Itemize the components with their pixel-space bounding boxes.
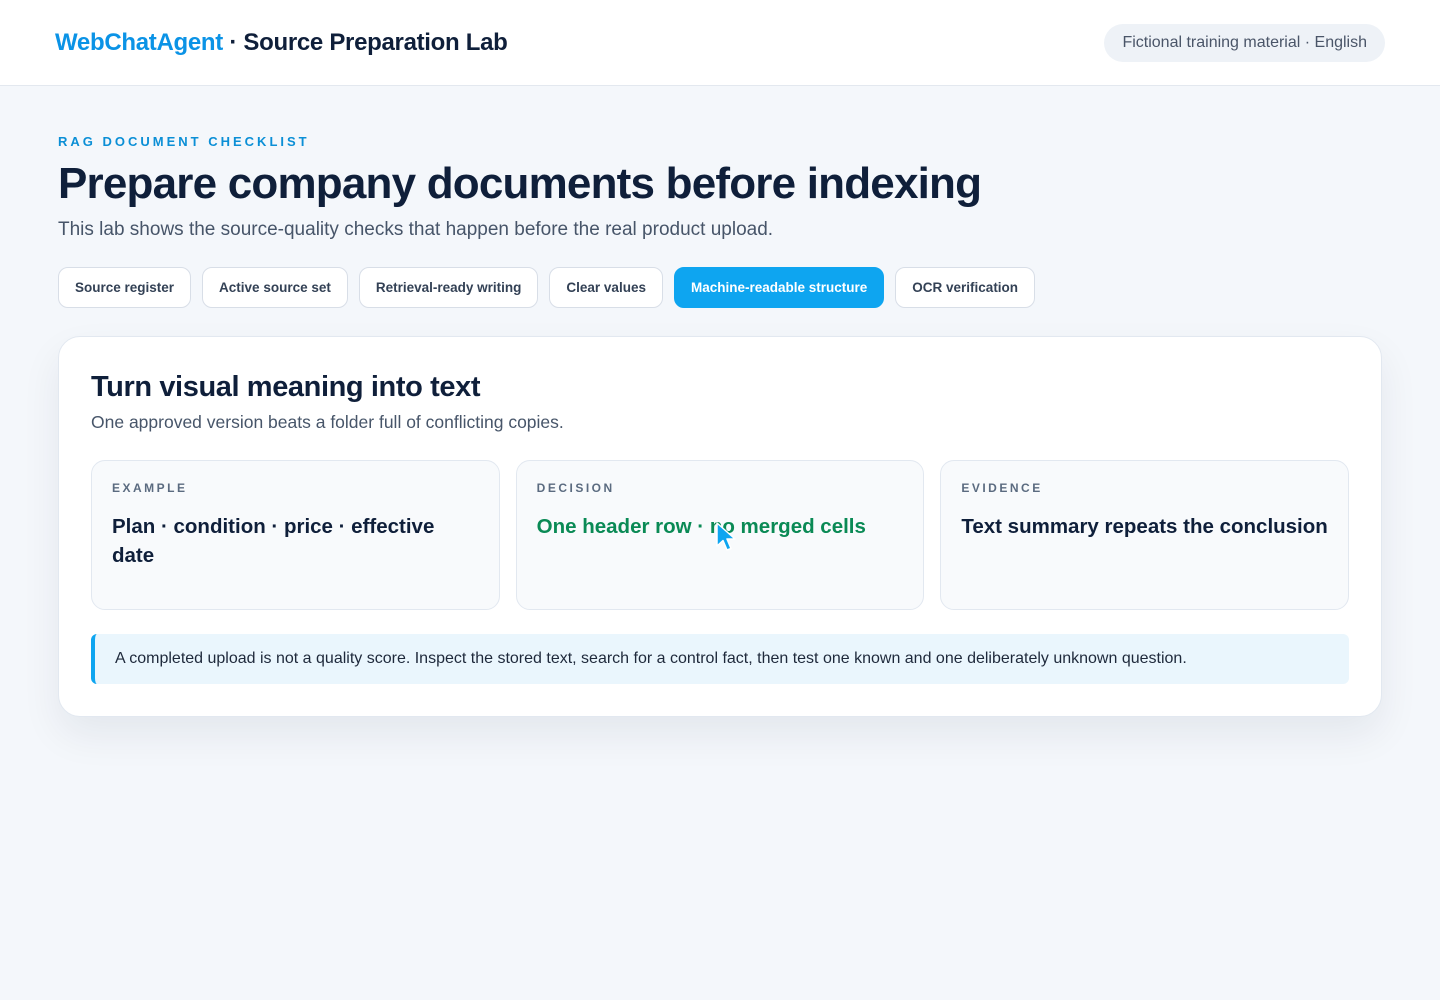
tab-machine-readable-structure[interactable]: Machine-readable structure — [673, 267, 885, 308]
top-bar: WebChatAgent · Source Preparation Lab Fi… — [0, 0, 1440, 86]
brand-name[interactable]: WebChatAgent — [55, 29, 223, 56]
example-label: EXAMPLE — [112, 481, 188, 495]
evidence-label: EVIDENCE — [961, 481, 1043, 495]
page-title: Prepare company documents before indexin… — [58, 159, 982, 208]
evidence-text: Text summary repeats the conclusion — [961, 515, 1328, 538]
page-subtitle: This lab shows the source-quality checks… — [58, 219, 774, 240]
example-panel: EXAMPLE Plan · condition · price · effec… — [91, 460, 500, 610]
app-brand: WebChatAgent · Source Preparation Lab — [55, 29, 508, 57]
card-title: Turn visual meaning into text — [91, 371, 481, 403]
tab-clear-values[interactable]: Clear values — [549, 267, 663, 308]
app-title: Source Preparation Lab — [243, 28, 508, 56]
card-subtitle: One approved version beats a folder full… — [91, 412, 564, 432]
tab-source-register[interactable]: Source register — [58, 267, 192, 308]
eyebrow-label: RAG DOCUMENT CHECKLIST — [58, 134, 310, 149]
brand-separator: · — [222, 28, 244, 56]
evidence-panel: EVIDENCE Text summary repeats the conclu… — [940, 460, 1350, 610]
tab-bar: Source register Active source set Retrie… — [58, 267, 1382, 308]
callout-note: A completed upload is not a quality scor… — [91, 634, 1349, 684]
tab-retrieval-ready-writing[interactable]: Retrieval-ready writing — [358, 267, 539, 308]
tab-active-source-set[interactable]: Active source set — [202, 267, 348, 308]
mouse-pointer-icon — [716, 522, 736, 551]
decision-label: DECISION — [536, 481, 615, 495]
info-pill: Fictional training material · English — [1104, 23, 1385, 62]
tab-ocr-verification[interactable]: OCR verification — [895, 267, 1036, 308]
main-content: RAG DOCUMENT CHECKLIST Prepare company d… — [0, 86, 1440, 717]
example-text: Plan · condition · price · effective dat… — [112, 515, 435, 567]
